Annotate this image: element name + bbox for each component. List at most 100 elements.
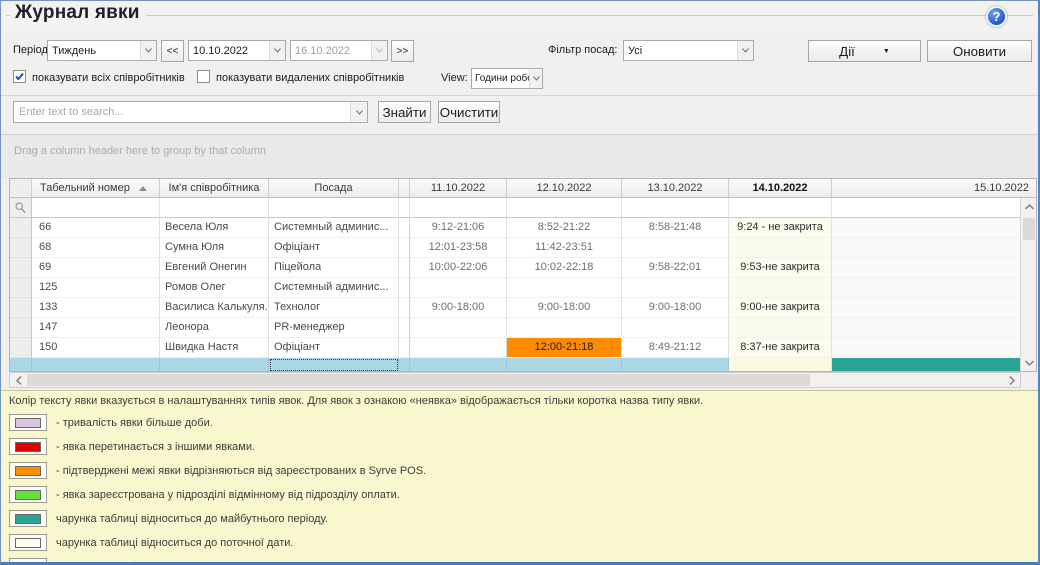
filter-cell[interactable] [729,198,832,218]
cell-day[interactable] [832,258,1037,278]
cell-day[interactable]: 9:12-21:06 [410,218,507,238]
cell-id[interactable]: 69 [32,258,160,278]
row-indicator[interactable] [10,278,32,298]
table-row[interactable]: 133Василиса Калькуля...Технолог 9:00-18:0… [10,298,1036,318]
cell-day[interactable] [832,338,1037,358]
table-row[interactable]: 150Швидка НастяОфіціант12:00-21:188:49-2… [10,338,1036,358]
chevron-down-icon[interactable] [350,102,367,122]
cell-day[interactable]: 12:00-21:18 [507,338,622,358]
partial-cell[interactable] [160,358,269,372]
row-indicator[interactable] [10,338,32,358]
row-indicator[interactable] [10,318,32,338]
cell-name[interactable]: Весела Юля [160,218,269,238]
cell-day[interactable] [729,278,832,298]
column-header-8[interactable]: 15.10.2022 [832,179,1037,198]
view-select[interactable]: Години роботи [471,68,543,89]
cell-id[interactable]: 125 [32,278,160,298]
table-row[interactable]: 66Весела ЮляСистемный админис... 9:12-21:… [10,218,1036,238]
cell-id[interactable]: 147 [32,318,160,338]
cell-day[interactable]: 9:00-не закрита [729,298,832,318]
cell-position[interactable]: PR-менеджер [269,318,399,338]
column-header-2[interactable]: Ім'я співробітника [160,179,269,198]
v-scroll-thumb[interactable] [1023,218,1035,240]
cell-id[interactable]: 68 [32,238,160,258]
cell-day[interactable] [832,318,1037,338]
cell-day[interactable] [729,318,832,338]
cell-day[interactable] [622,318,729,338]
row-indicator[interactable] [10,238,32,258]
cell-name[interactable]: Швидка Настя [160,338,269,358]
cell-id[interactable]: 66 [32,218,160,238]
partial-cell[interactable] [269,358,399,372]
next-period-button[interactable]: >> [391,40,414,62]
refresh-button[interactable]: Оновити [927,40,1032,62]
cell-day[interactable] [729,238,832,258]
cell-day[interactable]: 8:37-не закрита [729,338,832,358]
cell-position[interactable]: Технолог [269,298,399,318]
filter-cell[interactable] [832,198,1037,218]
partial-selected-row[interactable] [10,358,1036,372]
position-filter-select[interactable]: Усі [623,40,754,61]
cell-day[interactable] [507,318,622,338]
partial-cell[interactable] [32,358,160,372]
cell-name[interactable]: Василиса Калькуля... [160,298,269,318]
cell-name[interactable]: Ромов Олег [160,278,269,298]
table-row[interactable]: 147ЛеонораPR-менеджер [10,318,1036,338]
column-header-6[interactable]: 13.10.2022 [622,179,729,198]
scroll-up-icon[interactable] [1022,199,1036,214]
table-row[interactable]: 68Сумна ЮляОфіціант12:01-23:5811:42-23:5… [10,238,1036,258]
date-from-select[interactable]: 10.10.2022 [188,40,286,61]
cell-position[interactable]: Системный админис... [269,278,399,298]
column-header-5[interactable]: 12.10.2022 [507,179,622,198]
vertical-scrollbar[interactable] [1020,198,1036,371]
cell-day[interactable]: 12:01-23:58 [410,238,507,258]
filter-cell[interactable] [622,198,729,218]
cell-id[interactable]: 150 [32,338,160,358]
table-row[interactable]: 69Евгений ОнегинПіцейола10:00-22:0610:02… [10,258,1036,278]
period-select[interactable]: Тиждень [47,40,157,61]
cell-day[interactable]: 9:00-18:00 [410,298,507,318]
cell-day[interactable] [622,278,729,298]
show-deleted-label[interactable]: показувати видалених співробітників [216,72,404,84]
cell-day[interactable] [832,218,1037,238]
cell-day[interactable] [410,318,507,338]
cell-day[interactable]: 8:52-21:22 [507,218,622,238]
scroll-left-icon[interactable] [11,373,26,387]
show-all-checkbox[interactable] [13,70,26,83]
cell-day[interactable] [622,238,729,258]
show-all-label[interactable]: показувати всіх співробітників [32,72,185,84]
cell-day[interactable]: 9:58-22:01 [622,258,729,278]
table-row[interactable]: 125Ромов ОлегСистемный админис... [10,278,1036,298]
cell-day[interactable]: 10:02-22:18 [507,258,622,278]
actions-button[interactable]: Дії ▼ [808,40,921,62]
cell-id[interactable]: 133 [32,298,160,318]
cell-day[interactable]: 8:58-21:48 [622,218,729,238]
search-box[interactable] [13,101,368,123]
cell-position[interactable]: Офіціант [269,338,399,358]
partial-cell[interactable] [832,358,1037,372]
row-indicator[interactable] [10,218,32,238]
partial-cell[interactable] [507,358,622,372]
chevron-down-icon[interactable] [529,69,542,88]
cell-day[interactable]: 9:00-18:00 [507,298,622,318]
help-icon[interactable]: ? [986,6,1007,27]
group-by-panel[interactable]: Drag a column header here to group by th… [1,134,1038,178]
partial-cell[interactable] [622,358,729,372]
column-header-4[interactable]: 11.10.2022 [410,179,507,198]
search-input[interactable] [14,102,350,122]
cell-position[interactable]: Піцейола [269,258,399,278]
filter-cell[interactable] [399,198,410,218]
column-header-3[interactable]: Посада [269,179,399,198]
cell-day[interactable]: 9:00-18:00 [622,298,729,318]
cell-day[interactable] [410,278,507,298]
horizontal-scrollbar[interactable] [9,372,1021,388]
show-deleted-checkbox[interactable] [197,70,210,83]
filter-cell[interactable] [32,198,160,218]
filter-cell[interactable] [269,198,399,218]
scroll-right-icon[interactable] [1004,373,1019,387]
chevron-down-icon[interactable] [737,41,753,60]
column-header-7[interactable]: 14.10.2022 [729,179,832,198]
cell-name[interactable]: Евгений Онегин [160,258,269,278]
cell-position[interactable]: Системный админис... [269,218,399,238]
partial-cell[interactable] [399,358,410,372]
